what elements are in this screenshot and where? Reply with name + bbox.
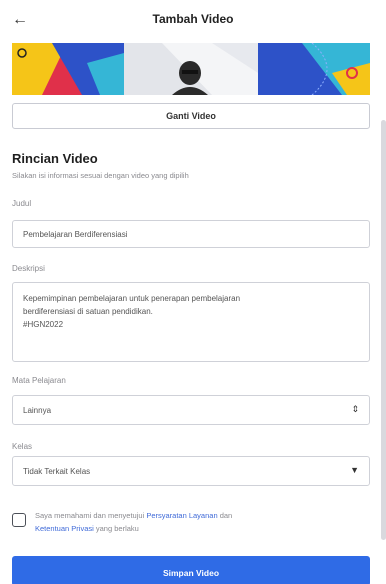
judul-input[interactable]: Pembelajaran Berdiferensiasi (12, 220, 370, 248)
deskripsi-textarea[interactable]: Kepemimpinan pembelajaran untuk penerapa… (12, 282, 370, 362)
up-down-chevron-icon: ⇕ (351, 404, 359, 414)
video-thumbnail (12, 43, 370, 95)
agreement-checkbox[interactable] (12, 513, 26, 527)
agreement-text-2: dan (217, 511, 233, 520)
mapel-select[interactable]: Lainnya ⇕ (12, 395, 370, 425)
kelas-select[interactable]: Tidak Terkait Kelas ▼ (12, 456, 370, 486)
section-title: Rincian Video (12, 151, 98, 166)
scrollbar[interactable] (381, 120, 386, 540)
agreement-text: Saya memahami dan menyetujui Persyaratan… (35, 509, 355, 535)
kelas-value: Tidak Terkait Kelas (23, 467, 91, 476)
agreement-text-3: yang berlaku (93, 524, 139, 533)
caret-down-icon: ▼ (350, 465, 359, 475)
save-video-button[interactable]: Simpan Video (12, 556, 370, 584)
deskripsi-label: Deskripsi (12, 264, 45, 273)
section-subtitle: Silakan isi informasi sesuai dengan vide… (12, 171, 189, 180)
change-video-button[interactable]: Ganti Video (12, 103, 370, 129)
judul-value: Pembelajaran Berdiferensiasi (23, 230, 128, 239)
terms-link[interactable]: Persyaratan Layanan (146, 511, 217, 520)
page-title: Tambah Video (152, 12, 234, 26)
privacy-link[interactable]: Ketentuan Privasi (35, 524, 94, 533)
agreement-text-1: Saya memahami dan menyetujui (35, 511, 147, 520)
top-bar: ← Tambah Video (0, 0, 386, 40)
judul-label: Judul (12, 199, 32, 208)
mapel-label: Mata Pelajaran (12, 376, 66, 385)
mapel-value: Lainnya (23, 406, 52, 415)
kelas-label: Kelas (12, 442, 33, 451)
